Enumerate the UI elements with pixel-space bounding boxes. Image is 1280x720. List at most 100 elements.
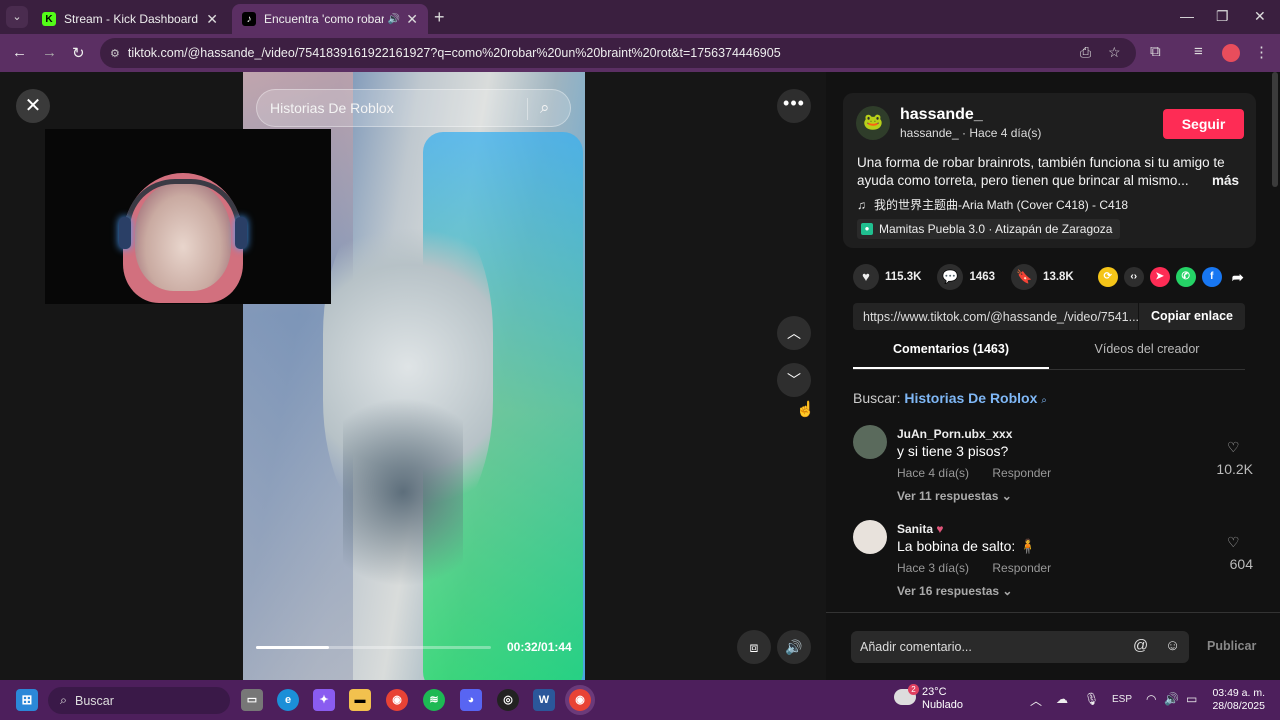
location-tag[interactable]: ● Mamitas Puebla 3.0 · Atizapán de Zarag… bbox=[857, 219, 1121, 239]
comment-button[interactable]: 💬 1463 bbox=[937, 264, 995, 290]
search-term-link[interactable]: Historias De Roblox bbox=[904, 390, 1037, 406]
next-video-button[interactable]: ﹀ bbox=[777, 363, 811, 397]
volume-icon[interactable]: 🔊 bbox=[1164, 692, 1179, 706]
video-progress-bar[interactable] bbox=[256, 646, 491, 649]
video-timecode: 00:32/01:44 bbox=[507, 640, 572, 654]
taskbar-clock[interactable]: 03:49 a. m. 28/08/2025 bbox=[1210, 687, 1265, 713]
tab-comments[interactable]: Comentarios (1463) bbox=[853, 342, 1049, 369]
window-close-icon[interactable]: ✕ bbox=[1254, 8, 1266, 25]
view-replies-button[interactable]: Ver 11 respuestas ⌄ bbox=[897, 489, 1012, 503]
comment-meta: Hace 3 día(s) Responder bbox=[897, 561, 1051, 575]
forward-icon[interactable]: → bbox=[42, 44, 57, 61]
panel-scrollbar[interactable] bbox=[1272, 72, 1278, 187]
spotify-icon[interactable]: ≋ bbox=[423, 689, 445, 711]
copilot-icon[interactable]: ✦ bbox=[313, 689, 335, 711]
site-info-icon[interactable]: ⚙ bbox=[110, 47, 120, 60]
music-link[interactable]: ♫ 我的世界主题曲-Aria Math (Cover C418) - C418 bbox=[857, 196, 1128, 213]
tab-creator-videos[interactable]: Vídeos del creador bbox=[1049, 342, 1245, 369]
volume-button[interactable]: 🔊 bbox=[777, 630, 811, 664]
comment-heart-icon[interactable]: ♡ bbox=[1227, 534, 1240, 551]
wifi-icon[interactable]: ◠ bbox=[1146, 692, 1156, 706]
onedrive-icon[interactable]: ☁ bbox=[1056, 692, 1068, 706]
word-icon[interactable]: W bbox=[533, 689, 555, 711]
previous-video-button[interactable]: ︿ bbox=[777, 316, 811, 350]
pointer-cursor-icon: ☝ bbox=[796, 401, 815, 418]
close-video-button[interactable]: ✕ bbox=[16, 89, 50, 123]
profile-avatar[interactable] bbox=[1222, 44, 1240, 62]
comment-text: y si tiene 3 pisos? bbox=[897, 443, 1009, 459]
reply-button[interactable]: Responder bbox=[992, 561, 1051, 575]
media-control-icon[interactable]: ≡ bbox=[1194, 43, 1203, 60]
weather-widget[interactable]: 2 23°C Nublado bbox=[894, 684, 963, 712]
tab-close-icon[interactable]: ✕ bbox=[406, 11, 418, 28]
back-icon[interactable]: ← bbox=[12, 44, 27, 61]
publish-button[interactable]: Publicar bbox=[1207, 639, 1256, 653]
tab-title: Encuentra 'como robar un l bbox=[264, 12, 384, 26]
comment-username-text: Sanita bbox=[897, 522, 934, 536]
floating-player-button[interactable]: ⧈ bbox=[737, 630, 771, 664]
whatsapp-icon[interactable]: ✆ bbox=[1175, 267, 1196, 287]
battery-icon[interactable]: ▭ bbox=[1186, 692, 1197, 706]
mention-icon[interactable]: @ bbox=[1133, 637, 1148, 654]
address-bar[interactable]: ⚙ tiktok.com/@hassande_/video/7541839161… bbox=[100, 38, 1136, 68]
minimize-icon[interactable]: — bbox=[1180, 8, 1194, 24]
save-count: 13.8K bbox=[1043, 271, 1074, 283]
share-arrow-icon[interactable]: ➦ bbox=[1228, 267, 1248, 287]
avatar[interactable] bbox=[853, 425, 887, 459]
view-replies-label: Ver 11 respuestas bbox=[897, 489, 999, 503]
like-button[interactable]: ♥ 115.3K bbox=[853, 264, 921, 290]
comment-heart-icon[interactable]: ♡ bbox=[1227, 439, 1240, 456]
edge-icon[interactable]: e bbox=[277, 689, 299, 711]
creator-avatar[interactable]: 🐸 bbox=[856, 106, 890, 140]
embed-icon[interactable]: ‹› bbox=[1123, 267, 1144, 287]
view-replies-button[interactable]: Ver 16 respuestas ⌄ bbox=[897, 584, 1012, 598]
copy-link-button[interactable]: Copiar enlace bbox=[1138, 303, 1245, 330]
chrome-icon[interactable]: ◉ bbox=[386, 689, 408, 711]
microphone-icon[interactable]: 🎙 bbox=[1084, 692, 1099, 706]
comment-username[interactable]: JuAn_Porn.ubx_xxx bbox=[897, 427, 1012, 441]
menu-kebab-icon[interactable]: ⋮ bbox=[1254, 43, 1269, 61]
bookmark-star-icon[interactable]: ☆ bbox=[1108, 44, 1121, 61]
more-options-button[interactable]: ••• bbox=[777, 89, 811, 123]
tab-search-button[interactable]: ⌄ bbox=[6, 6, 28, 28]
emoji-icon[interactable]: ☺ bbox=[1165, 637, 1180, 654]
install-app-icon[interactable]: ⎙ bbox=[1080, 44, 1091, 61]
reply-button[interactable]: Responder bbox=[992, 466, 1051, 480]
search-icon[interactable]: ⌕ bbox=[540, 98, 550, 118]
taskbar-search[interactable]: ⌕ Buscar bbox=[48, 687, 230, 714]
reload-icon[interactable]: ↻ bbox=[72, 44, 85, 62]
extensions-icon[interactable]: ⧉ bbox=[1150, 43, 1161, 60]
comment-meta: Hace 4 día(s) Responder bbox=[897, 466, 1051, 480]
chrome-active-icon[interactable]: ◉ bbox=[569, 689, 591, 711]
view-replies-label: Ver 16 respuestas bbox=[897, 584, 1000, 598]
save-button[interactable]: 🔖 13.8K bbox=[1011, 264, 1074, 290]
tab-audio-icon[interactable]: 🔊 bbox=[388, 14, 400, 25]
language-indicator[interactable]: ESP bbox=[1112, 694, 1132, 705]
avatar[interactable] bbox=[853, 520, 887, 554]
tab-kick-dashboard[interactable]: K Stream - Kick Dashboard ✕ bbox=[32, 4, 228, 34]
creator-name[interactable]: hassande_ bbox=[900, 106, 983, 124]
kick-favicon-icon: K bbox=[42, 12, 56, 26]
tray-chevron-icon[interactable]: ︿ bbox=[1030, 692, 1042, 709]
new-tab-button[interactable]: + bbox=[434, 7, 445, 28]
comment-username[interactable]: Sanita ♥ bbox=[897, 522, 943, 536]
facebook-icon[interactable]: f bbox=[1201, 267, 1222, 287]
video-link[interactable]: https://www.tiktok.com/@hassande_/video/… bbox=[853, 310, 1138, 324]
tab-tiktok[interactable]: ♪ Encuentra 'como robar un l 🔊 ✕ bbox=[232, 4, 428, 34]
video-search-box[interactable]: Historias De Roblox ⌕ bbox=[256, 89, 571, 127]
weather-temp: 23°C bbox=[922, 686, 947, 698]
repost-icon[interactable]: ⟳ bbox=[1097, 267, 1118, 287]
windows-start-icon[interactable]: ⊞ bbox=[16, 689, 38, 711]
more-link[interactable]: más bbox=[1212, 172, 1239, 190]
task-view-icon[interactable]: ▭ bbox=[241, 689, 263, 711]
send-icon[interactable]: ➤ bbox=[1149, 267, 1170, 287]
post-description: Una forma de robar brainrots, también fu… bbox=[857, 154, 1243, 190]
weather-desc: Nublado bbox=[922, 699, 963, 711]
maximize-icon[interactable]: ❐ bbox=[1216, 8, 1229, 25]
file-explorer-icon[interactable]: ▬ bbox=[349, 689, 371, 711]
tab-close-icon[interactable]: ✕ bbox=[206, 11, 218, 28]
follow-button[interactable]: Seguir bbox=[1163, 109, 1244, 139]
obs-icon[interactable]: ◎ bbox=[497, 689, 519, 711]
discord-icon[interactable]: ◕ bbox=[460, 689, 482, 711]
comment-input[interactable]: Añadir comentario... @ ☺ bbox=[851, 631, 1189, 663]
